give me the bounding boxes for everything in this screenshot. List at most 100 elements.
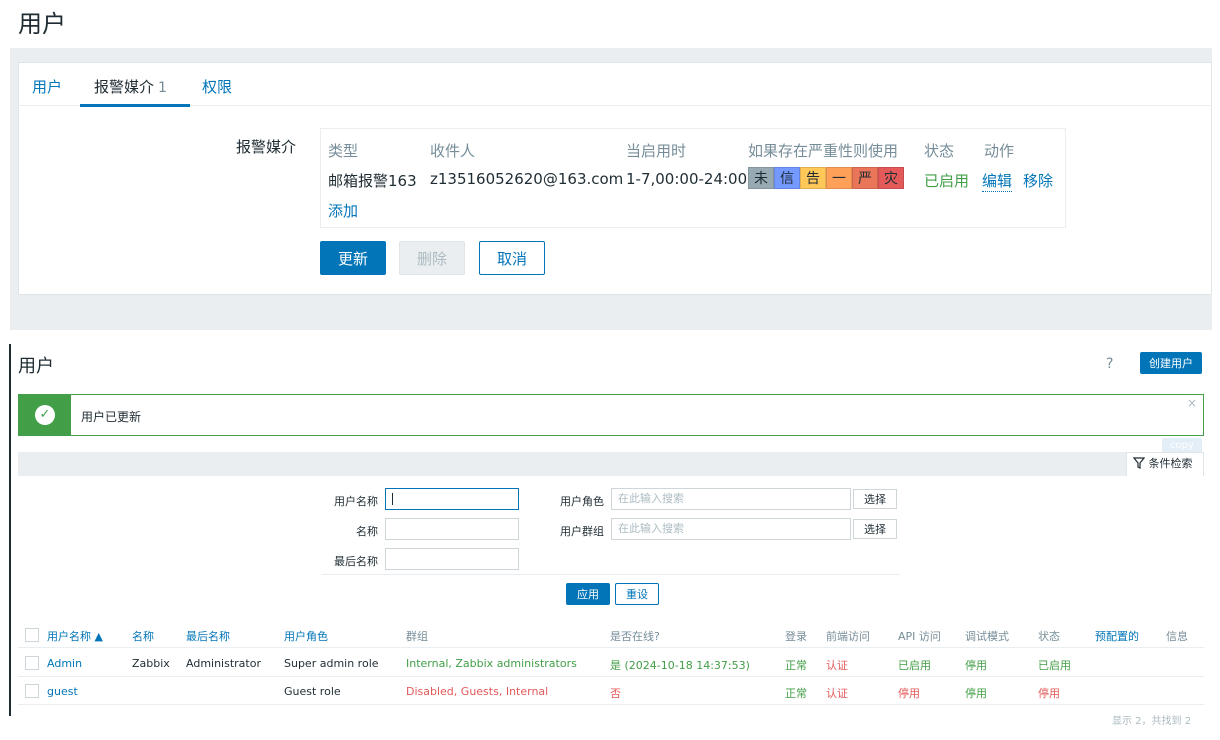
media-header-when-active: 当启用时 — [626, 142, 687, 160]
filter-reset-button[interactable]: 重设 — [615, 583, 659, 605]
media-add-link[interactable]: 添加 — [328, 200, 358, 221]
tab-bar: 用户 报警媒介 1 权限 — [18, 62, 1212, 106]
col-username[interactable]: 用户名称 ▲ — [47, 628, 103, 644]
row-debug[interactable]: 停用 — [965, 685, 987, 701]
media-header-actions: 动作 — [984, 142, 1015, 160]
check-circle-icon: ✓ — [35, 405, 55, 425]
select-all-checkbox[interactable] — [25, 628, 39, 642]
group-rest[interactable]: , Guests, Internal — [454, 685, 548, 698]
col-online: 是否在线? — [610, 630, 660, 643]
media-header-severity: 如果存在严重性则使用 — [748, 142, 899, 160]
col-debug: 调试模式 — [965, 630, 1009, 643]
filter-username-input[interactable] — [385, 488, 519, 510]
success-message: ✓ 用户已更新 × — [18, 394, 1204, 436]
row-frontend[interactable]: 认证 — [826, 657, 848, 673]
filter-role-input[interactable]: 在此输入搜索 — [611, 488, 851, 510]
row-groups[interactable]: Internal, Zabbix administrators — [406, 657, 577, 670]
funnel-icon — [1132, 457, 1146, 469]
media-header-type: 类型 — [328, 142, 359, 160]
col-lastname[interactable]: 最后名称 — [186, 628, 230, 644]
message-icon-area: ✓ — [19, 395, 71, 435]
severity-disaster: 灾 — [878, 167, 904, 189]
filter-name-input[interactable] — [385, 518, 519, 540]
media-type: 邮箱报警163 — [328, 172, 417, 190]
filter-tab[interactable]: 条件检索 — [1126, 452, 1204, 476]
row-checkbox[interactable] — [25, 656, 39, 670]
col-name[interactable]: 名称 — [132, 628, 154, 644]
col-info: 信息 — [1166, 630, 1188, 643]
row-api[interactable]: 停用 — [898, 685, 920, 701]
media-status[interactable]: 已启用 — [924, 170, 969, 191]
col-login: 登录 — [785, 630, 807, 643]
cancel-button[interactable]: 取消 — [479, 241, 545, 275]
text-caret — [392, 493, 393, 505]
header-divider — [18, 647, 1204, 648]
tab-media-count: 1 — [158, 80, 167, 96]
row-groups[interactable]: Disabled, Guests, Internal — [406, 685, 548, 698]
severity-average: 一 — [826, 167, 852, 189]
row-status[interactable]: 已启用 — [1038, 657, 1071, 673]
media-header-status: 状态 — [924, 142, 955, 160]
severity-warning: 告 — [800, 167, 826, 189]
update-button[interactable]: 更新 — [320, 241, 386, 275]
severity-badges: 未 信 告 一 严 灾 — [748, 167, 904, 189]
filter-lastname-label: 最后名称 — [334, 555, 378, 568]
col-api: API 访问 — [898, 630, 941, 643]
severity-high: 严 — [852, 167, 878, 189]
row-login: 正常 — [785, 659, 807, 672]
help-icon[interactable]: ? — [1106, 356, 1113, 372]
delete-button: 删除 — [399, 241, 465, 275]
row-role: Guest role — [284, 685, 341, 698]
severity-not-classified: 未 — [748, 167, 774, 189]
row-frontend[interactable]: 认证 — [826, 685, 848, 701]
col-status: 状态 — [1038, 630, 1060, 643]
row-api[interactable]: 已启用 — [898, 657, 931, 673]
tab-user[interactable]: 用户 — [32, 76, 62, 97]
row-online: 是 (2024-10-18 14:37:53) — [610, 659, 750, 672]
table-footer: 显示 2，共找到 2 — [1112, 716, 1192, 727]
filter-group-label: 用户群组 — [560, 525, 604, 538]
users-list-title: 用户 — [18, 356, 54, 377]
row-divider — [18, 704, 1204, 705]
left-edge-line — [9, 344, 11, 716]
col-frontend: 前端访问 — [826, 630, 870, 643]
create-user-button[interactable]: 创建用户 — [1140, 352, 1202, 374]
message-text: 用户已更新 — [81, 410, 142, 424]
filter-name-label: 名称 — [356, 525, 378, 538]
active-tab-indicator — [80, 104, 190, 107]
row-debug[interactable]: 停用 — [965, 657, 987, 673]
row-checkbox[interactable] — [25, 684, 39, 698]
row-divider — [18, 676, 1204, 677]
row-name: Zabbix — [132, 657, 170, 670]
row-online: 否 — [610, 687, 621, 700]
row-login: 正常 — [785, 687, 807, 700]
filter-group-select-button[interactable]: 选择 — [853, 519, 897, 539]
media-when-active: 1-7,00:00-24:00 — [626, 170, 748, 188]
group-disabled[interactable]: Disabled — [406, 685, 454, 698]
close-icon[interactable]: × — [1187, 396, 1197, 410]
col-role[interactable]: 用户角色 — [284, 628, 328, 644]
col-provisioned[interactable]: 预配置的 — [1095, 628, 1139, 644]
tab-media-label: 报警媒介 — [94, 78, 155, 96]
filter-divider — [322, 574, 900, 575]
tab-permissions[interactable]: 权限 — [202, 76, 232, 97]
media-field-label: 报警媒介 — [236, 138, 297, 156]
filter-tab-label: 条件检索 — [1148, 457, 1193, 470]
row-role: Super admin role — [284, 657, 379, 670]
tab-media[interactable]: 报警媒介 1 — [94, 76, 167, 97]
media-header-recipient: 收件人 — [430, 142, 476, 160]
media-edit-link[interactable]: 编辑 — [982, 170, 1013, 192]
filter-role-select-button[interactable]: 选择 — [853, 489, 897, 509]
filter-username-label: 用户名称 — [334, 495, 378, 508]
col-groups: 群组 — [406, 630, 428, 643]
filter-lastname-input[interactable] — [385, 548, 519, 570]
filter-apply-button[interactable]: 应用 — [566, 583, 610, 605]
row-status[interactable]: 停用 — [1038, 685, 1060, 701]
row-username-link[interactable]: guest — [47, 685, 78, 698]
filter-role-label: 用户角色 — [560, 495, 604, 508]
row-lastname: Administrator — [186, 657, 261, 670]
filter-group-input[interactable]: 在此输入搜索 — [611, 518, 851, 540]
media-recipient: z13516052620@163.com — [430, 170, 624, 188]
media-remove-link[interactable]: 移除 — [1023, 170, 1053, 191]
row-username-link[interactable]: Admin — [47, 657, 82, 670]
